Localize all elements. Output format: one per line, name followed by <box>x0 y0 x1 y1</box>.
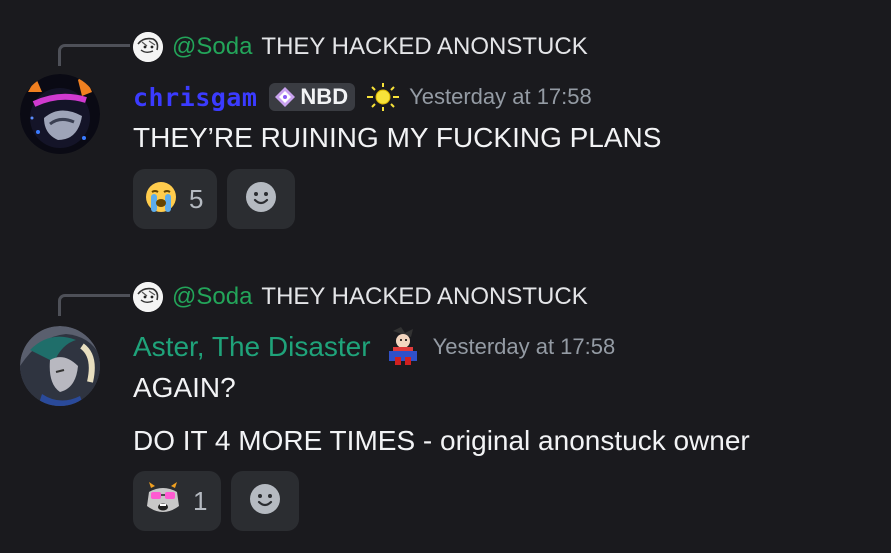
character-sprite-icon[interactable] <box>381 327 425 367</box>
timestamp[interactable]: Yesterday at 17:58 <box>433 334 616 360</box>
message-header: chrisgam NBD Yesterday at 17:58 <box>133 80 592 114</box>
sketch-avatar-icon <box>133 282 163 312</box>
reply-text: THEY HACKED ANONSTUCK <box>261 283 588 310</box>
guild-tag[interactable]: NBD <box>269 83 356 111</box>
reply-author[interactable]: @Soda <box>172 283 252 311</box>
sketch-avatar-icon <box>133 32 163 62</box>
reaction-crying-face[interactable]: 5 <box>133 169 218 229</box>
reaction-troll-face[interactable]: 1 <box>133 471 222 531</box>
smile-add-reaction-icon <box>249 483 281 520</box>
reactions: 5 <box>133 169 296 229</box>
avatar[interactable] <box>20 326 100 406</box>
reply-author[interactable]: @Soda <box>172 33 252 61</box>
message-1: @Soda THEY HACKED ANONSTUCK chrisgam NBD… <box>0 0 891 250</box>
message-header: Aster, The Disaster Yesterday at 17:58 <box>133 327 616 367</box>
author-name[interactable]: Aster, The Disaster <box>133 331 371 363</box>
add-reaction-button[interactable] <box>227 169 296 229</box>
troll-face-emoji <box>145 481 181 521</box>
guild-tag-label: NBD <box>300 84 349 109</box>
message-text: DO IT 4 MORE TIMES - original anonstuck … <box>133 425 750 456</box>
add-reaction-button[interactable] <box>231 471 300 531</box>
crying-face-emoji <box>145 181 177 218</box>
reply-preview[interactable]: @Soda THEY HACKED ANONSTUCK <box>133 282 588 312</box>
reply-connector <box>58 44 130 66</box>
reply-text: THEY HACKED ANONSTUCK <box>261 33 588 60</box>
timestamp[interactable]: Yesterday at 17:58 <box>409 84 592 110</box>
author-name[interactable]: chrisgam <box>133 83 257 112</box>
smile-add-reaction-icon <box>245 181 277 218</box>
reaction-count: 5 <box>189 183 204 214</box>
reactions: 1 <box>133 471 300 531</box>
message-2: @Soda THEY HACKED ANONSTUCK Aster, The D… <box>0 250 891 553</box>
reaction-count: 1 <box>193 485 208 516</box>
reply-preview[interactable]: @Soda THEY HACKED ANONSTUCK <box>133 32 588 62</box>
sun-icon[interactable] <box>365 82 401 112</box>
diamond-sparkle-icon <box>274 86 296 108</box>
reply-connector <box>58 294 130 316</box>
message-text: THEY’RE RUINING MY FUCKING PLANS <box>133 122 662 153</box>
avatar[interactable] <box>20 74 100 154</box>
message-text: AGAIN? <box>133 372 236 403</box>
